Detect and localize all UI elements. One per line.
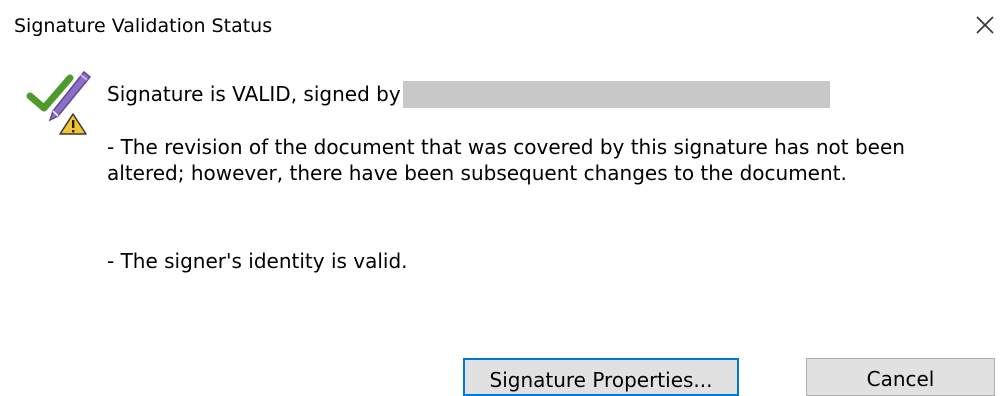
signer-name-redacted [402, 80, 830, 108]
close-button[interactable] [970, 10, 1000, 40]
identity-detail: - The signer's identity is valid. [107, 249, 408, 273]
signature-valid-warning-icon [26, 66, 92, 136]
status-message: Signature is VALID, signed by [107, 80, 830, 108]
dialog-title: Signature Validation Status [14, 15, 273, 37]
revision-detail: - The revision of the document that was … [107, 135, 905, 185]
close-icon [976, 16, 994, 34]
signature-properties-button[interactable]: Signature Properties... [463, 358, 739, 396]
signature-validation-dialog: Signature Validation Status Signature is… [0, 0, 1003, 396]
cancel-button[interactable]: Cancel [806, 358, 995, 396]
status-text: Signature is VALID, signed by [107, 82, 401, 106]
